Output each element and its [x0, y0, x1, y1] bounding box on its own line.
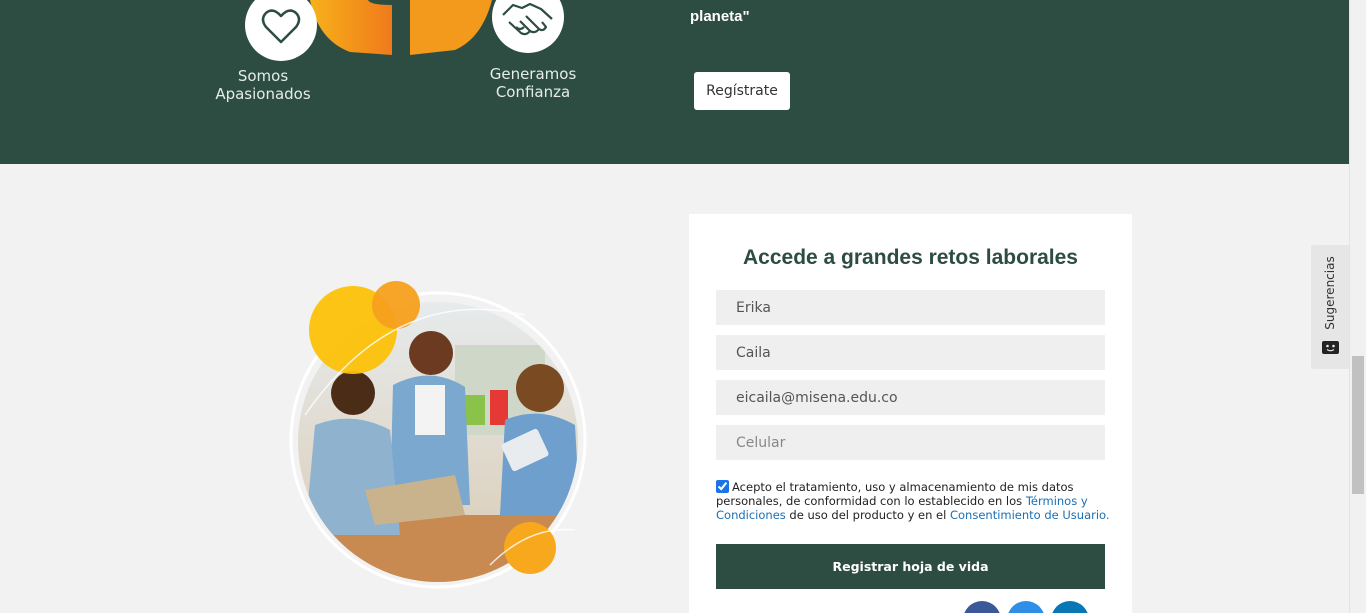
linkedin-icon[interactable]: [1051, 601, 1089, 613]
messenger-icon[interactable]: [1007, 601, 1045, 613]
value-label-line1: Somos Apasionados: [215, 67, 311, 103]
page: Somos Apasionados Generamos Confianza pl…: [0, 0, 1366, 613]
consent-text-2: de uso del producto y en el: [785, 508, 950, 522]
team-photo-illustration: [289, 281, 587, 589]
value-apasionados: Somos Apasionados: [200, 67, 326, 103]
email-input[interactable]: [716, 380, 1105, 415]
consent-block: Acepto el tratamiento, uso y almacenamie…: [716, 480, 1111, 522]
quote-text: planeta": [690, 8, 750, 25]
consent-checkbox[interactable]: [716, 480, 729, 493]
scrollbar-thumb[interactable]: [1352, 356, 1364, 494]
registration-form-card: Accede a grandes retos laborales Acepto …: [689, 214, 1132, 613]
value-confianza: Generamos Confianza: [472, 65, 594, 101]
consent-text-1: Acepto el tratamiento, uso y almacenamie…: [716, 480, 1074, 508]
register-cv-button[interactable]: Registrar hoja de vida: [716, 544, 1105, 589]
chat-face-icon: [1322, 341, 1339, 354]
phone-input[interactable]: [716, 425, 1105, 460]
form-title: Accede a grandes retos laborales: [743, 246, 1078, 269]
user-consent-link[interactable]: Consentimiento de Usuario.: [950, 508, 1110, 522]
page-scrollbar[interactable]: [1349, 0, 1366, 613]
values-banner: Somos Apasionados Generamos Confianza pl…: [0, 0, 1349, 164]
suggestions-tab[interactable]: Sugerencias: [1311, 245, 1349, 369]
facebook-icon[interactable]: [963, 601, 1001, 613]
last-name-input[interactable]: [716, 335, 1105, 370]
first-name-input[interactable]: [716, 290, 1105, 325]
register-button[interactable]: Regístrate: [694, 72, 790, 110]
suggestions-label: Sugerencias: [1323, 256, 1337, 330]
value-label-line2: Generamos Confianza: [489, 65, 577, 101]
